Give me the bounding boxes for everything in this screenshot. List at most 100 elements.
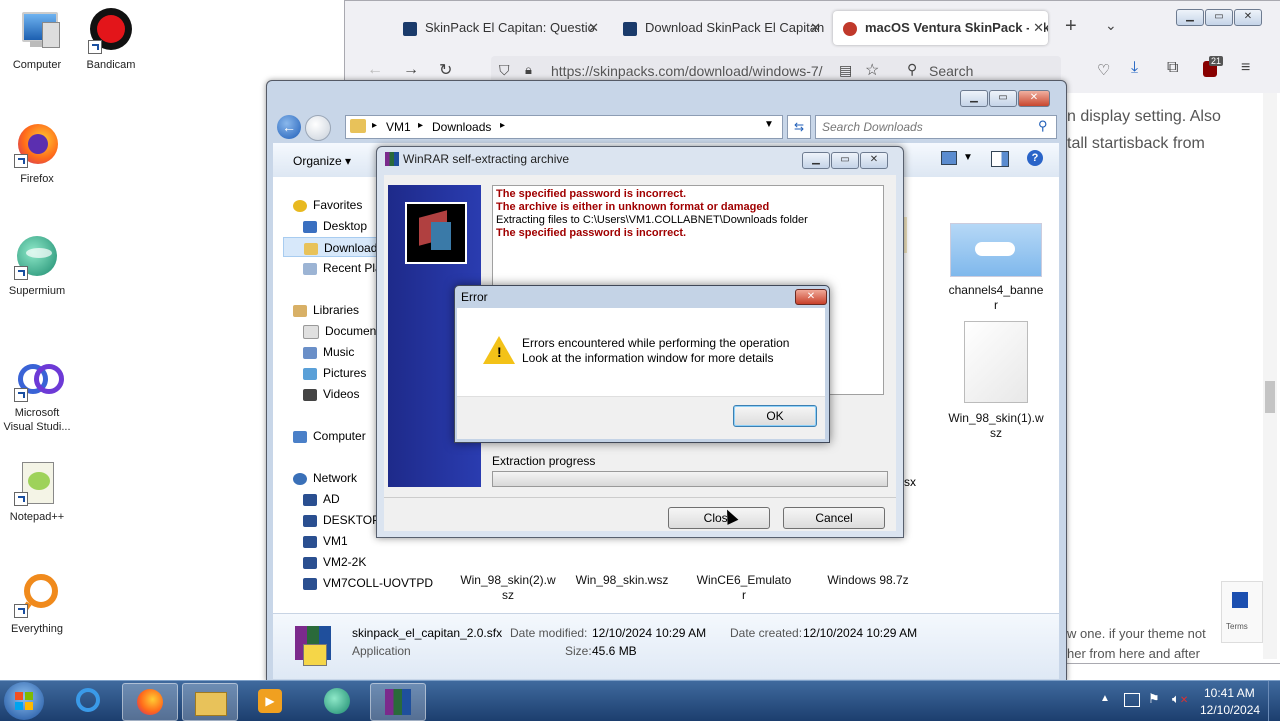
organize-button[interactable]: Organize ▾ [293,154,351,168]
file-label: WinCE6_Emulato r [696,573,792,602]
minimize-button[interactable]: ▁ [1176,9,1204,26]
nav-favorites[interactable]: Favorites [293,195,362,215]
tab-skinpack-questions[interactable]: SkinPack El Capitan: Questio ✕ [393,11,603,45]
desktop-icon-bandicam[interactable]: Bandicam [74,8,148,72]
chevron-down-icon[interactable]: ▼ [764,119,774,130]
tab-label: macOS Ventura SkinPack - Skin [865,20,1048,35]
close-tab-icon[interactable]: ✕ [588,11,599,45]
preview-pane-icon[interactable] [991,151,1009,167]
chevron-down-icon[interactable]: ▼ [963,152,973,163]
recaptcha-badge: Terms [1221,581,1263,643]
extensions-icon[interactable]: ⧉ [1167,59,1178,77]
taskbar-explorer[interactable] [182,683,238,721]
close-button[interactable]: ✕ [860,152,888,169]
bookmark-star-icon[interactable]: ☆ [865,60,879,80]
cancel-button[interactable]: Cancel [783,507,885,529]
reload-icon[interactable]: ↻ [439,60,452,80]
nav-documents[interactable]: Documents [303,321,386,341]
refresh-button[interactable]: ⇆ [787,115,811,139]
close-button[interactable]: ✕ [1018,90,1050,107]
back-button[interactable]: ← [277,115,301,139]
desktop-icon-notepadpp[interactable]: Notepad++ [0,460,74,524]
close-button[interactable]: Close [668,507,770,529]
menu-icon[interactable]: ≡ [1241,59,1250,77]
file-label-partial: sx [904,475,916,489]
scrollbar[interactable] [1263,93,1277,659]
network-computer-icon [303,493,317,506]
lock-icon[interactable]: 🔒︎ [525,62,532,78]
recaptcha-icon [1232,592,1248,608]
nav-vm7[interactable]: VM7COLL-UOVTPDA [303,573,433,593]
forward-icon[interactable]: → [403,61,419,79]
ok-button[interactable]: OK [733,405,817,427]
show-hidden-icons[interactable]: ▲ [1100,693,1110,704]
scrollbar-thumb[interactable] [1265,381,1275,413]
nav-desktop[interactable]: Desktop [303,216,367,236]
minimize-button[interactable]: ▁ [960,90,988,107]
close-tab-icon[interactable]: ✕ [1029,11,1044,45]
taskbar-media-player[interactable]: ▶ [244,683,298,719]
file-win98-skin-1[interactable]: Win_98_skin(1).w sz [941,321,1051,441]
tab-macos-ventura[interactable]: macOS Ventura SkinPack - Skin ✕ [833,11,1048,45]
taskbar-firefox[interactable] [122,683,178,721]
reader-view-icon[interactable]: ▤ [839,62,852,79]
nav-vm1[interactable]: VM1 [303,531,348,551]
breadcrumb-downloads[interactable]: Downloads [432,120,491,134]
downloads-icon[interactable]: ⤓ [1131,59,1138,77]
new-tab-button[interactable]: + [1065,15,1077,38]
nav-computer[interactable]: Computer [293,426,366,446]
help-icon[interactable]: ? [1027,150,1043,166]
nav-vm2[interactable]: VM2-2K [303,552,366,572]
shield-icon[interactable]: ⛉ [499,62,510,79]
address-bar[interactable]: ▸ VM1 ▸ Downloads ▸ ▼ [345,115,783,139]
file-label: Win_98_skin(1).w sz [948,411,1044,440]
clock-date[interactable]: 12/10/2024 [1200,703,1260,717]
taskbar-winrar[interactable] [370,683,426,721]
minimize-button[interactable]: ▁ [802,152,830,169]
volume-muted-icon[interactable]: 🔈︎✕ [1172,691,1188,707]
nav-libraries[interactable]: Libraries [293,300,359,320]
nav-ad[interactable]: AD [303,489,340,509]
clock-time[interactable]: 10:41 AM [1204,686,1255,700]
nav-desktop-pc[interactable]: DESKTOP [303,510,380,530]
details-created-label: Date created: [730,626,803,640]
show-desktop-button[interactable] [1268,681,1280,721]
file-channels-banner[interactable]: channels4_banne r [941,223,1051,313]
explorer-window-controls: ▁ ▭ ✕ [959,89,1050,107]
network-tray-icon[interactable] [1124,693,1140,707]
maximize-button[interactable]: ▭ [989,90,1017,107]
desktop-icon-supermium[interactable]: Supermium [0,234,74,298]
file-win98-skin[interactable]: Win_98_skin.wsz [567,573,677,588]
desktop-icon-visual-studio[interactable]: Microsoft Visual Studi... [0,356,74,434]
taskbar-ie[interactable] [62,683,116,719]
close-button[interactable]: ✕ [1234,9,1262,26]
nav-network[interactable]: Network [293,468,357,488]
forward-button[interactable] [305,115,331,141]
maximize-button[interactable]: ▭ [831,152,859,169]
close-button[interactable]: ✕ [795,289,827,305]
action-center-flag-icon[interactable]: ⚑ [1148,691,1160,707]
start-button[interactable] [4,682,44,720]
internet-explorer-icon [76,688,100,712]
taskbar-supermium[interactable] [310,683,364,719]
tab-list-icon[interactable]: ⌄ [1105,17,1117,34]
tab-download-skinpack[interactable]: Download SkinPack El Capitan ✕ [613,11,825,45]
shortcut-arrow-icon [88,40,102,54]
desktop-icon-firefox[interactable]: Firefox [0,122,74,186]
back-icon[interactable]: ← [367,61,383,79]
file-windows98-7z[interactable]: Windows 98.7z [813,573,923,588]
explorer-search-input[interactable]: Search Downloads ⚲ [815,115,1057,139]
maximize-button[interactable]: ▭ [1205,9,1233,26]
recaptcha-terms[interactable]: Terms [1226,622,1248,631]
close-tab-icon[interactable]: ✕ [810,11,821,45]
file-wince6-emulator[interactable]: WinCE6_Emulato r [689,573,799,603]
file-win98-skin-2[interactable]: Win_98_skin(2).w sz [453,573,563,603]
desktop-icon-everything[interactable]: Everything [0,572,74,636]
breadcrumb-vm1[interactable]: VM1 [386,120,411,134]
nav-music[interactable]: Music [303,342,354,362]
desktop-icon-computer[interactable]: Computer [0,8,74,72]
nav-pictures[interactable]: Pictures [303,363,366,383]
nav-videos[interactable]: Videos [303,384,359,404]
pocket-icon[interactable]: ♡ [1097,61,1110,79]
view-options-icon[interactable] [941,151,957,165]
